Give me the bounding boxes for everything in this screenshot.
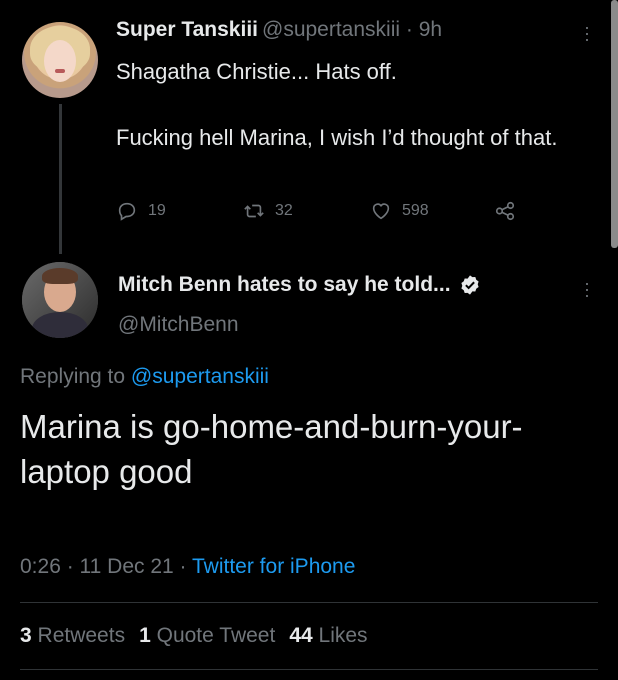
retweets-stat[interactable]: 3 Retweets [20, 624, 125, 647]
avatar[interactable] [22, 262, 98, 338]
more-icon[interactable]: · · · [584, 18, 590, 48]
reply-icon [118, 202, 136, 221]
tweet-time[interactable]: 9h [419, 18, 442, 41]
handle[interactable]: @MitchBenn [118, 313, 239, 337]
display-name[interactable]: Super Tanskiii [116, 18, 258, 41]
divider [20, 669, 598, 670]
thread-connector [59, 104, 62, 254]
likes-stat[interactable]: 44 Likes [289, 624, 367, 647]
divider [20, 602, 598, 603]
tweet-meta: 0:26 · 11 Dec 21 · Twitter for iPhone [20, 555, 355, 579]
like-icon [372, 203, 390, 220]
mention-link[interactable]: @supertanskiii [131, 365, 269, 388]
tweet-actions: 19 32 598 [116, 200, 536, 228]
reply-button[interactable]: 19 [116, 200, 166, 222]
parent-tweet-author[interactable]: Super Tanskiii @supertanskiii · 9h [116, 18, 442, 42]
tweet-text-line: Shagatha Christie... Hats off. [116, 59, 397, 84]
handle[interactable]: @supertanskiii [262, 18, 400, 41]
retweet-icon [244, 204, 264, 218]
share-icon [495, 201, 515, 221]
replying-prefix: Replying to [20, 365, 131, 388]
tweet-stats: 3 Retweets 1 Quote Tweet 44 Likes [20, 624, 368, 648]
reply-count: 19 [148, 202, 166, 219]
verified-icon [460, 275, 479, 295]
retweet-button[interactable]: 32 [243, 200, 293, 222]
avatar[interactable] [22, 22, 98, 98]
main-tweet-text: Marina is go-home-and-burn-your-laptop g… [20, 408, 523, 490]
quotes-stat[interactable]: 1 Quote Tweet [139, 624, 275, 647]
replying-to: Replying to @supertanskiii [20, 365, 269, 389]
share-button[interactable] [494, 200, 526, 222]
timestamp[interactable]: 0:26 · 11 Dec 21 · [20, 555, 192, 578]
source-link[interactable]: Twitter for iPhone [192, 555, 355, 578]
main-tweet-author[interactable]: Mitch Benn hates to say he told... [118, 273, 481, 297]
like-count: 598 [402, 202, 429, 219]
scrollbar[interactable] [611, 0, 618, 248]
tweet-text-line: Fucking hell Marina, I wish I’d thought … [116, 125, 558, 150]
like-button[interactable]: 598 [370, 200, 429, 222]
retweet-count: 32 [275, 202, 293, 219]
parent-tweet-text: Shagatha Christie... Hats off. Fucking h… [116, 55, 596, 154]
time-separator: · [400, 18, 419, 41]
more-icon[interactable]: · · · [584, 274, 590, 304]
display-name[interactable]: Mitch Benn hates to say he told... [118, 273, 451, 297]
